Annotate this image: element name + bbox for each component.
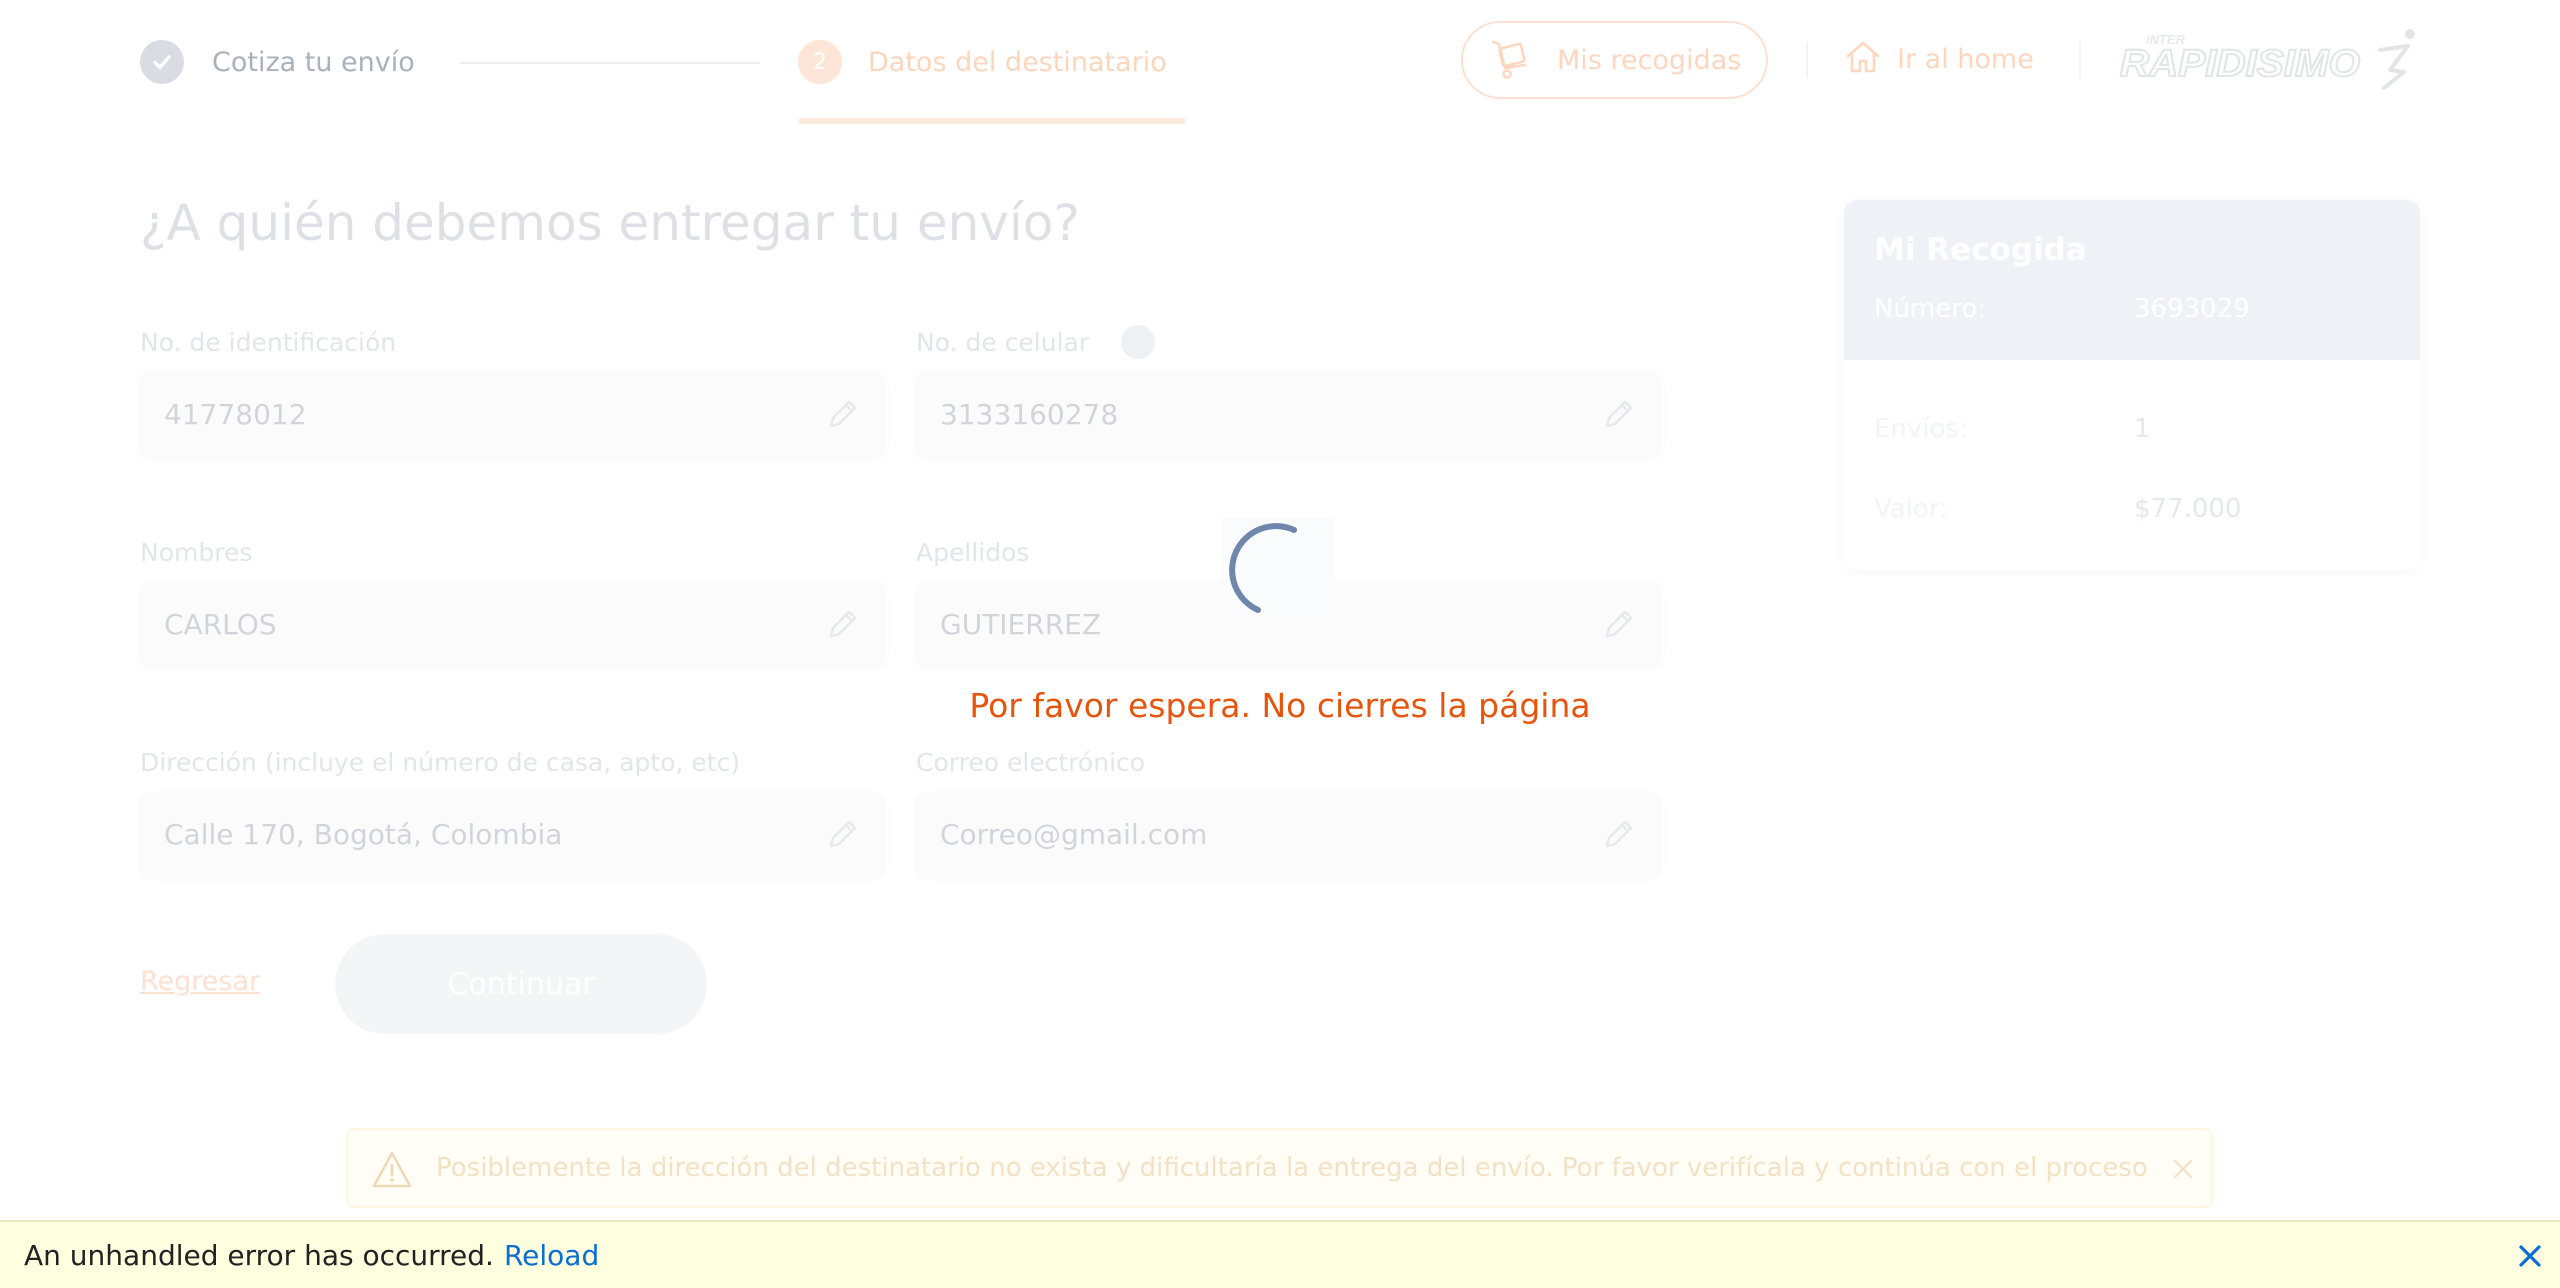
pencil-icon — [1601, 606, 1637, 642]
pickup-number-label: Número: — [1874, 294, 1987, 324]
go-home-label: Ir al home — [1897, 43, 2034, 75]
top-header: Cotiza tu envío 2 Datos del destinatario… — [0, 0, 2560, 124]
address-label: Dirección (incluye el número de casa, ap… — [140, 748, 741, 777]
reload-link[interactable]: Reload — [504, 1239, 599, 1272]
address-value: Calle 170, Bogotá, Colombia — [164, 817, 563, 851]
inter-rapidisimo-logo[interactable]: INTER RAPIDISIMO — [2118, 26, 2422, 92]
address-field[interactable]: Calle 170, Bogotá, Colombia — [140, 792, 885, 876]
pickup-summary-card: Mi Recogida Número: 3693029 Envíos: 1 Va… — [1844, 200, 2420, 570]
pencil-icon — [825, 816, 861, 852]
go-home-link[interactable]: Ir al home — [1843, 36, 2034, 82]
phone-label: No. de celular — [916, 328, 1090, 357]
id-number-value: 41778012 — [164, 397, 307, 431]
step-quote-label: Cotiza tu envío — [212, 46, 415, 78]
first-name-value: CARLOS — [164, 607, 277, 641]
warning-icon — [370, 1148, 414, 1192]
pencil-icon — [1601, 816, 1637, 852]
email-value: Correo@gmail.com — [940, 817, 1208, 851]
warning-text: Posiblemente la dirección del destinatar… — [436, 1153, 2148, 1183]
pickup-card-header: Mi Recogida Número: 3693029 — [1844, 200, 2420, 360]
pencil-icon — [825, 606, 861, 642]
total-value-amount: $77.000 — [2134, 494, 2242, 524]
active-step-underline — [798, 118, 1186, 124]
error-message: An unhandled error has occurred. — [24, 1238, 494, 1272]
my-pickups-label: Mis recogidas — [1557, 44, 1742, 76]
shipments-label: Envíos: — [1874, 414, 1968, 444]
step-number-badge: 2 — [798, 40, 842, 84]
phone-field[interactable]: 3133160278 — [916, 372, 1661, 456]
info-icon[interactable] — [1121, 325, 1155, 359]
id-number-label: No. de identificación — [140, 328, 397, 357]
step-quote[interactable]: Cotiza tu envío — [140, 40, 415, 84]
total-value-label: Valor: — [1874, 494, 1948, 524]
id-number-field[interactable]: 41778012 — [140, 372, 885, 456]
unhandled-error-bar: An unhandled error has occurred. Reload — [0, 1220, 2560, 1288]
header-divider — [1806, 42, 1808, 78]
email-field[interactable]: Correo@gmail.com — [916, 792, 1661, 876]
address-warning-banner: Posiblemente la dirección del destinatar… — [346, 1128, 2213, 1208]
loading-spinner-icon — [1228, 522, 1324, 618]
my-pickups-button[interactable]: Mis recogidas — [1461, 21, 1768, 99]
email-label: Correo electrónico — [916, 748, 1146, 777]
last-name-label: Apellidos — [916, 538, 1030, 567]
home-icon — [1843, 37, 1883, 81]
close-icon[interactable] — [2518, 1244, 2542, 1268]
step-recipient: 2 Datos del destinatario — [798, 40, 1167, 84]
pencil-icon — [1601, 396, 1637, 432]
loading-message: Por favor espera. No cierres la página — [969, 686, 1591, 725]
step-recipient-label: Datos del destinatario — [868, 46, 1167, 78]
header-divider — [2079, 42, 2081, 78]
pickup-card-title: Mi Recogida — [1874, 232, 2087, 268]
delivery-box-icon — [1487, 32, 1539, 88]
first-name-label: Nombres — [140, 538, 253, 567]
shipments-value: 1 — [2134, 414, 2151, 444]
pickup-number-value: 3693029 — [2134, 294, 2250, 324]
last-name-value: GUTIERREZ — [940, 607, 1102, 641]
logo-main-text: RAPIDISIMO — [2120, 43, 2360, 85]
page-title: ¿A quién debemos entregar tu envío? — [140, 194, 1080, 252]
first-name-field[interactable]: CARLOS — [140, 582, 885, 666]
pencil-icon — [825, 396, 861, 432]
close-icon[interactable] — [2166, 1152, 2200, 1186]
phone-value: 3133160278 — [940, 397, 1119, 431]
check-icon — [140, 40, 184, 84]
step-connector — [460, 62, 760, 64]
back-link[interactable]: Regresar — [140, 966, 260, 997]
continue-button[interactable]: Continuar — [335, 934, 707, 1034]
